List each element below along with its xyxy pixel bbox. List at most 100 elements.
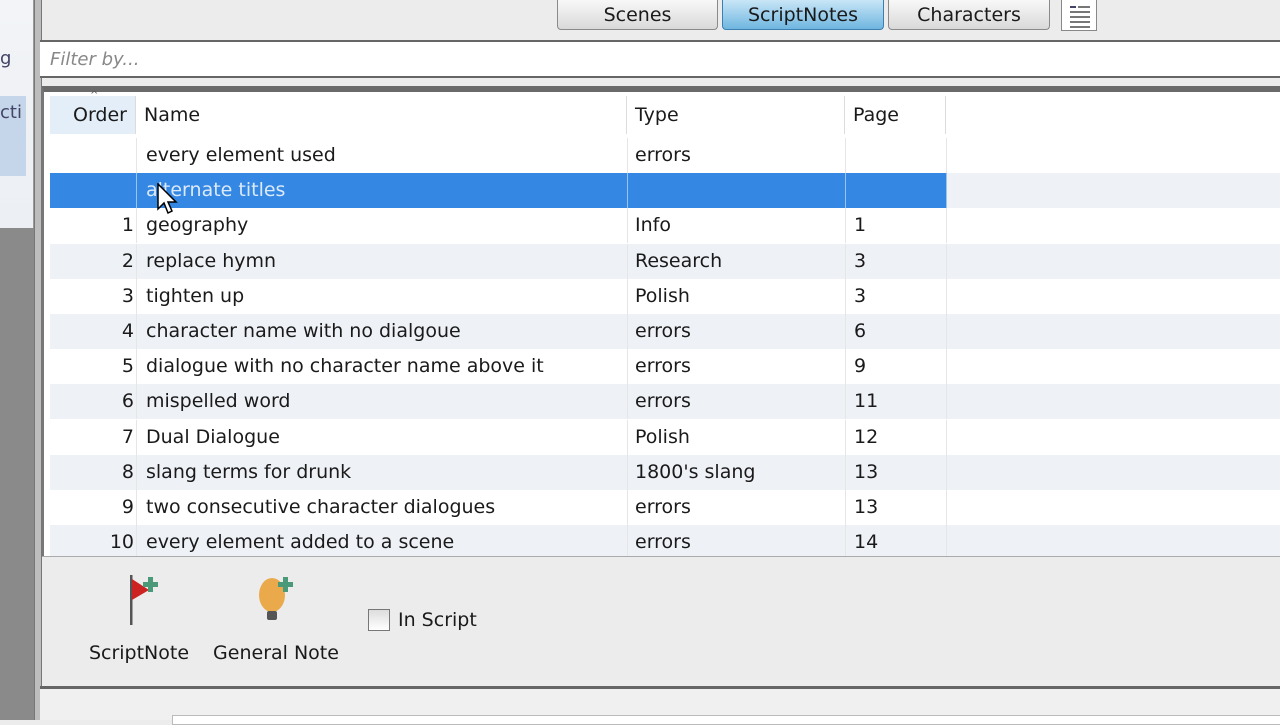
table-row[interactable]: every element used errors <box>50 138 1280 173</box>
column-divider <box>946 525 947 561</box>
column-divider <box>627 243 628 279</box>
column-divider <box>946 243 947 279</box>
background-area <box>0 228 34 720</box>
cell-order: 4 <box>121 320 134 342</box>
cell-page: 1 <box>854 214 867 237</box>
cell-order: 9 <box>121 496 134 518</box>
column-divider <box>946 173 947 209</box>
column-divider <box>136 419 137 455</box>
column-header-type[interactable]: Type <box>627 96 845 134</box>
column-divider <box>946 349 947 385</box>
cell-type: Polish <box>635 284 690 307</box>
column-divider <box>136 454 137 490</box>
column-divider <box>627 490 628 525</box>
cell-order: 5 <box>121 355 134 378</box>
cell-order: 3 <box>121 284 134 307</box>
column-divider <box>136 525 137 561</box>
cell-type: Polish <box>635 425 690 448</box>
column-divider <box>845 384 846 420</box>
background-text: g <box>0 48 12 69</box>
column-divider <box>946 208 947 244</box>
table-row[interactable]: 5 dialogue with no character name above i… <box>50 349 1280 385</box>
cell-name: mispelled word <box>146 390 291 413</box>
column-divider <box>845 419 846 455</box>
tab-scriptnotes[interactable]: ScriptNotes <box>722 0 884 30</box>
filter-input[interactable] <box>40 42 1280 76</box>
column-divider <box>946 490 947 525</box>
column-header-page[interactable]: Page <box>845 96 946 134</box>
background-window: g cti <box>0 0 34 720</box>
cell-page: 3 <box>854 249 867 272</box>
general-note-label: General Note <box>213 642 339 664</box>
cell-name: every element used <box>146 144 336 166</box>
column-divider <box>136 490 137 525</box>
column-divider <box>627 208 628 244</box>
cell-order: 2 <box>121 249 134 272</box>
column-divider <box>845 173 846 209</box>
cell-page: 6 <box>854 320 867 342</box>
cell-order: 10 <box>109 531 134 554</box>
tab-scenes[interactable]: Scenes <box>557 0 718 30</box>
table-row[interactable]: alternate titles <box>50 173 1280 209</box>
in-script-label: In Script <box>398 609 477 631</box>
cell-type: Research <box>635 249 723 272</box>
column-divider <box>136 208 137 244</box>
cell-name: two consecutive character dialogues <box>146 496 496 518</box>
column-divider <box>136 349 137 385</box>
list-view-button[interactable] <box>1061 0 1097 31</box>
add-general-note-button[interactable]: General Note <box>208 573 344 664</box>
table-row[interactable]: 7 Dual Dialogue Polish 12 <box>50 419 1280 455</box>
column-divider <box>845 314 846 349</box>
window-frame <box>34 0 42 720</box>
background-text: cti <box>0 102 22 123</box>
sort-ascending-icon: ^ <box>90 90 99 101</box>
cell-order: 1 <box>121 214 134 237</box>
cell-type: errors <box>635 144 691 166</box>
table-row[interactable]: 6 mispelled word errors 11 <box>50 384 1280 420</box>
column-divider <box>845 349 846 385</box>
add-scriptnote-button[interactable]: ScriptNote <box>86 573 192 664</box>
column-divider <box>946 138 947 173</box>
filter-field[interactable] <box>40 40 1280 78</box>
column-divider <box>946 454 947 490</box>
column-divider <box>136 243 137 279</box>
checkbox-box[interactable] <box>368 609 390 631</box>
cell-order: 7 <box>121 425 134 448</box>
cell-type: errors <box>635 496 691 518</box>
column-divider <box>845 525 846 561</box>
mouse-cursor-icon <box>157 182 179 222</box>
table-row[interactable]: 8 slang terms for drunk 1800's slang 13 <box>50 454 1280 490</box>
column-divider <box>627 349 628 385</box>
table-row[interactable]: 1 geography Info 1 <box>50 208 1280 244</box>
in-script-checkbox[interactable]: In Script <box>368 609 477 631</box>
flag-add-icon <box>130 575 158 625</box>
column-divider <box>946 384 947 420</box>
cell-name: tighten up <box>146 284 245 307</box>
column-divider <box>136 138 137 173</box>
lower-field[interactable] <box>172 715 1280 725</box>
table-row[interactable]: 10 every element added to a scene errors 14 <box>50 525 1280 561</box>
column-divider <box>136 173 137 209</box>
column-header-name[interactable]: Name <box>136 96 627 134</box>
column-divider <box>136 384 137 420</box>
column-divider <box>627 138 628 173</box>
column-divider <box>845 490 846 525</box>
column-divider <box>946 278 947 314</box>
table-row[interactable]: 4 character name with no dialgoue errors 6 <box>50 314 1280 349</box>
cell-page: 12 <box>854 425 879 448</box>
cell-name: replace hymn <box>146 249 277 272</box>
tab-characters[interactable]: Characters <box>888 0 1050 30</box>
table-row[interactable]: 3 tighten up Polish 3 <box>50 278 1280 314</box>
column-divider <box>627 525 628 561</box>
cell-name: Dual Dialogue <box>146 425 280 448</box>
cell-name: slang terms for drunk <box>146 460 352 483</box>
cell-type: errors <box>635 390 691 413</box>
column-header-order[interactable]: Order ^ <box>50 90 136 134</box>
cell-order: 6 <box>121 390 134 413</box>
table-row[interactable]: 9 two consecutive character dialogues erro… <box>50 490 1280 525</box>
table-row[interactable]: 2 replace hymn Research 3 <box>50 243 1280 279</box>
cell-page: 13 <box>854 496 879 518</box>
column-divider <box>845 138 846 173</box>
cell-order <box>50 138 134 173</box>
cell-page: 3 <box>854 284 867 307</box>
